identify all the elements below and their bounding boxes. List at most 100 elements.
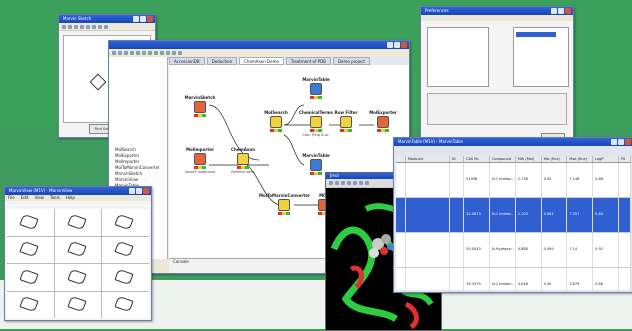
prefs-selected-item[interactable] <box>516 32 556 37</box>
marvin-sketch-titlebar[interactable]: Marvin Sketch <box>59 15 155 23</box>
menu-help[interactable]: Help <box>66 195 75 201</box>
table-cell: 35.3479 <box>464 268 490 292</box>
column-header[interactable]: MW (Mol) <box>516 156 542 162</box>
table-cell: 7.146 <box>567 163 594 197</box>
window-title: Jmol <box>330 173 339 178</box>
molecule-image <box>406 233 450 267</box>
table-cell: 50.0043 <box>464 233 490 267</box>
molecule-image <box>406 163 450 197</box>
window-title: Marvin Sketch <box>63 16 92 21</box>
column-header[interactable]: Compound <box>490 156 516 162</box>
prefs-list-right[interactable] <box>513 27 569 87</box>
node-label: MolToMarvinConverter <box>259 193 310 198</box>
column-header[interactable] <box>396 156 406 162</box>
molecule-cell[interactable] <box>54 236 102 263</box>
column-header[interactable]: Mw (fine) <box>542 156 568 162</box>
node-label: MolExporter <box>369 110 397 115</box>
tab-chemaxon-demo[interactable]: ChemAxon Demo <box>239 57 284 65</box>
node-molimporter[interactable]: MolImporter Import molecules <box>181 147 219 174</box>
molecule-cell[interactable] <box>102 264 149 291</box>
molecule-cell[interactable] <box>54 291 102 318</box>
node-molexporter[interactable]: MolExporter <box>364 110 402 132</box>
sketch-toolbar <box>59 23 155 31</box>
node-molsearch[interactable]: MolSearch <box>257 110 295 132</box>
table-cell: 0.40 <box>542 268 568 292</box>
column-header[interactable]: PS <box>619 156 632 162</box>
menu-view[interactable]: View <box>34 195 44 201</box>
node-label: MarvinTable <box>302 153 330 158</box>
node-row-filter[interactable]: Row Filter <box>331 110 361 132</box>
table-header: Molecule ID CAS Nr. Compound MW (Mol) Mw… <box>396 156 632 163</box>
node-label: ChemAxon <box>231 147 255 152</box>
menu-tools[interactable]: Tools <box>50 195 60 201</box>
molecule-cell[interactable] <box>54 209 102 236</box>
molecule-cell[interactable] <box>102 291 149 318</box>
knime-titlebar[interactable] <box>109 41 409 49</box>
table-cell: 52.0673 <box>464 198 490 232</box>
molecule-image <box>406 268 450 292</box>
preferences-window[interactable]: Preferences <box>420 6 574 148</box>
preferences-titlebar[interactable]: Preferences <box>421 7 573 15</box>
column-header[interactable]: Molecule <box>406 156 450 162</box>
table-cell: 0.888 <box>516 233 542 267</box>
tab-treatment-of-pdb[interactable]: Treatment of PDB <box>285 57 331 65</box>
marvin-table-window[interactable]: MarvinTable (M1V) - MarvinTable Molecule… <box>393 137 632 293</box>
node-icon <box>340 116 352 128</box>
table-cell: 0.92 <box>593 233 619 267</box>
molecule-cell[interactable] <box>7 264 54 291</box>
window-title: Preferences <box>425 8 449 13</box>
menu-file[interactable]: File <box>8 195 15 201</box>
column-header[interactable]: LogP <box>593 156 619 162</box>
table-row[interactable]: 35.3479 N-1 Imidaz.. 4.048 0.40 3.879 0.… <box>396 268 632 292</box>
table-cell: 0.88 <box>593 163 619 197</box>
marvin-table-titlebar[interactable]: MarvinTable (M1V) - MarvinTable <box>394 138 632 146</box>
tab-accessiondb[interactable]: AccessionDB <box>169 57 205 65</box>
molecule-table[interactable]: Molecule ID CAS Nr. Compound MW (Mol) Mw… <box>396 156 632 292</box>
molecule-cell[interactable] <box>102 209 149 236</box>
table-cell: 0.561 <box>542 198 568 232</box>
molecule-grid[interactable] <box>7 209 149 318</box>
marvin-view-menubar: File Edit View Tools Help <box>5 195 151 201</box>
node-icon <box>194 101 206 113</box>
table-cell: N-1 Imidaz.. <box>490 163 516 197</box>
column-header[interactable]: CAS Nr. <box>464 156 490 162</box>
molecule-cell[interactable] <box>7 236 54 263</box>
table-cell: N-1 Imidaz.. <box>490 198 516 232</box>
molecule-cell[interactable] <box>54 264 102 291</box>
node-moltomarvinconverter[interactable]: MolToMarvinConverter <box>259 193 310 215</box>
node-marvinsketch[interactable]: MarvinSketch <box>181 95 219 117</box>
node-label: MolSearch <box>264 110 288 115</box>
table-cell: 2.103 <box>516 198 542 232</box>
table-cell: 51098 <box>464 163 490 197</box>
node-icon <box>278 199 290 211</box>
tab-demo-project[interactable]: Demo project <box>332 57 370 65</box>
workflow-tabs: AccessionDB Deduction ChemAxon Demo Trea… <box>169 57 409 65</box>
node-icon <box>377 116 389 128</box>
table-cell: 4.048 <box>516 268 542 292</box>
table-cell: 2.738 <box>516 163 542 197</box>
console-tab[interactable]: Console <box>169 259 189 264</box>
node-marvintable[interactable]: MarvinTable <box>297 77 335 99</box>
molecule-cell[interactable] <box>7 291 54 318</box>
node-label: ChemicalTerms <box>299 110 333 115</box>
molecule-cell[interactable] <box>7 209 54 236</box>
molecule-cell[interactable] <box>102 236 149 263</box>
prefs-options-panel <box>427 93 567 125</box>
marvin-view-window[interactable]: MarvinView (M1V) - MarvinView File Edit … <box>4 186 152 321</box>
node-chemaxon[interactable]: ChemAxon Remove salts <box>224 147 262 174</box>
prefs-tabs <box>421 15 573 21</box>
node-description: Import molecules <box>184 170 216 174</box>
node-chemicalterms[interactable]: ChemicalTerms Calc. Ring & Ar. <box>297 110 335 137</box>
column-header[interactable]: Mwt (fine) <box>567 156 594 162</box>
prefs-list-left[interactable] <box>427 27 489 87</box>
window-title: MarvinTable (M1V) - MarvinTable <box>398 139 463 144</box>
column-header[interactable]: ID <box>450 156 465 162</box>
tab-deduction[interactable]: Deduction <box>206 57 238 65</box>
table-cell: 7.357 <box>567 198 594 232</box>
table-row-selected[interactable]: 52.0673 N-1 Imidaz.. 2.103 0.561 7.357 0… <box>396 198 632 233</box>
table-row[interactable]: 51098 N-1 Imidaz.. 2.738 0.50 7.146 0.88 <box>396 163 632 198</box>
marvin-view-titlebar[interactable]: MarvinView (M1V) - MarvinView <box>5 187 151 195</box>
menu-edit[interactable]: Edit <box>21 195 29 201</box>
node-description: Calc. Ring & Ar. <box>302 133 330 137</box>
table-row[interactable]: 50.0043 N-Hydroxyr.. 0.888 0.499 7.14 0.… <box>396 233 632 268</box>
